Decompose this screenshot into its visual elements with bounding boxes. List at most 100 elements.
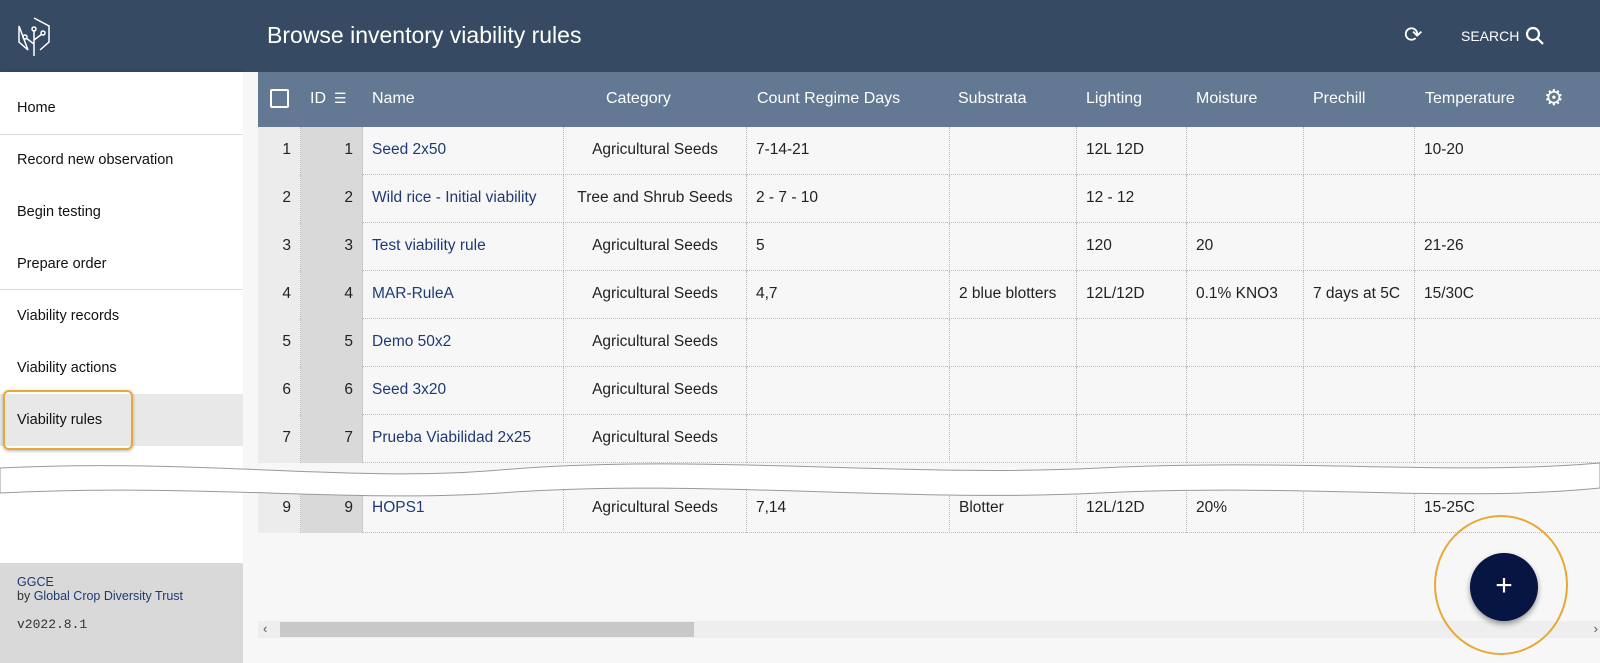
org-link[interactable]: Global Crop Diversity Trust bbox=[34, 589, 183, 603]
cell-moisture bbox=[1187, 319, 1304, 367]
cell-prechill bbox=[1304, 367, 1415, 415]
cell-id: 1 bbox=[301, 127, 363, 175]
cell-row-number: 2 bbox=[258, 175, 301, 223]
horizontal-scrollbar[interactable]: ‹ › bbox=[258, 621, 1600, 638]
sidebar-item-prepare-order[interactable]: Prepare order bbox=[0, 238, 243, 290]
column-header-temperature[interactable]: Temperature bbox=[1425, 90, 1515, 108]
cell-lighting: 12L 12D bbox=[1077, 127, 1187, 175]
sidebar-item-viability-actions[interactable]: Viability actions bbox=[0, 342, 243, 394]
cell-lighting bbox=[1077, 367, 1187, 415]
sidebar-footer: GGCE by Global Crop Diversity Trust v202… bbox=[0, 563, 243, 663]
cell-row-number: 6 bbox=[258, 367, 301, 415]
cell-temperature: 10-20 bbox=[1424, 141, 1464, 158]
column-header-substrata[interactable]: Substrata bbox=[958, 90, 1026, 108]
cell-substrata bbox=[950, 367, 1077, 415]
table-row[interactable]: 3 3 Test viability rule Agricultural Seeds 5… bbox=[258, 223, 1600, 271]
cell-name[interactable]: Demo 50x2 bbox=[363, 319, 564, 367]
cell-lighting bbox=[1077, 319, 1187, 367]
tree-logo-icon[interactable] bbox=[16, 16, 52, 61]
table-row[interactable]: 4 4 MAR-RuleA Agricultural Seeds 4,7 2 blue b… bbox=[258, 271, 1600, 319]
cell-name[interactable]: Test viability rule bbox=[363, 223, 564, 271]
cell-temperature bbox=[1415, 175, 1600, 223]
cell-name[interactable]: Wild rice - Initial viability bbox=[363, 175, 564, 223]
cell-substrata bbox=[950, 223, 1077, 271]
cell-id: 6 bbox=[301, 367, 363, 415]
cell-category: Agricultural Seeds bbox=[564, 319, 747, 367]
gear-icon[interactable]: ⚙ bbox=[1544, 85, 1564, 111]
cell-temperature bbox=[1415, 367, 1600, 415]
cell-substrata bbox=[950, 127, 1077, 175]
cell-lighting: 12 - 12 bbox=[1077, 175, 1187, 223]
column-header-category[interactable]: Category bbox=[606, 90, 671, 108]
sidebar: Home Record new observation Begin testin… bbox=[0, 72, 243, 663]
column-header-name[interactable]: Name bbox=[372, 90, 415, 108]
cell-row-number: 4 bbox=[258, 271, 301, 319]
cell-prechill bbox=[1304, 127, 1415, 175]
cell-id: 4 bbox=[301, 271, 363, 319]
cell-category: Agricultural Seeds bbox=[564, 271, 747, 319]
cell-id: 3 bbox=[301, 223, 363, 271]
cell-lighting: 12L/12D bbox=[1077, 271, 1187, 319]
highlight-box bbox=[3, 390, 133, 450]
column-header-moisture[interactable]: Moisture bbox=[1196, 90, 1257, 108]
cell-category: Agricultural Seeds bbox=[564, 223, 747, 271]
by-text: by bbox=[17, 589, 34, 603]
column-header-id[interactable]: ID bbox=[310, 90, 326, 108]
cell-prechill bbox=[1304, 319, 1415, 367]
torn-edge bbox=[0, 462, 1600, 497]
cell-count-regime-days: 4,7 bbox=[747, 271, 950, 319]
table-header: ID ☰ Name Category Count Regime Days Sub… bbox=[258, 72, 1600, 127]
cell-count-regime-days bbox=[747, 319, 950, 367]
cell-substrata bbox=[950, 175, 1077, 223]
add-rule-button[interactable]: + bbox=[1470, 553, 1538, 621]
cell-moisture bbox=[1187, 127, 1304, 175]
scroll-right-icon[interactable]: › bbox=[1594, 621, 1598, 636]
cell-substrata: 2 blue blotters bbox=[950, 271, 1077, 319]
cell-substrata bbox=[950, 319, 1077, 367]
app-header: Browse inventory viability rules ⟳ SEARC… bbox=[0, 0, 1600, 72]
cell-count-regime-days: 7-14-21 bbox=[747, 127, 950, 175]
cell-row-number: 5 bbox=[258, 319, 301, 367]
cell-id: 2 bbox=[301, 175, 363, 223]
sidebar-item-begin-testing[interactable]: Begin testing bbox=[0, 186, 243, 238]
cell-count-regime-days: 2 - 7 - 10 bbox=[747, 175, 950, 223]
column-header-prechill[interactable]: Prechill bbox=[1313, 90, 1365, 108]
select-all-checkbox[interactable] bbox=[270, 89, 289, 108]
cell-moisture: 0.1% KNO3 bbox=[1187, 271, 1304, 319]
table-row[interactable]: 5 5 Demo 50x2 Agricultural Seeds bbox=[258, 319, 1600, 367]
search-icon bbox=[1526, 26, 1545, 45]
table-row[interactable]: 1 1 Seed 2x50 Agricultural Seeds 7-14-21 12L … bbox=[258, 127, 1600, 175]
sort-icon[interactable]: ☰ bbox=[334, 90, 347, 107]
cell-temperature: 21-26 bbox=[1424, 237, 1464, 254]
cell-category: Agricultural Seeds bbox=[564, 127, 747, 175]
column-header-lighting[interactable]: Lighting bbox=[1086, 90, 1142, 108]
cell-category: Agricultural Seeds bbox=[564, 367, 747, 415]
cell-id: 5 bbox=[301, 319, 363, 367]
sidebar-item-home[interactable]: Home bbox=[0, 82, 243, 134]
cell-row-number: 3 bbox=[258, 223, 301, 271]
app-name: GGCE bbox=[17, 575, 54, 589]
version: v2022.8.1 bbox=[17, 617, 88, 632]
table-row[interactable]: 6 6 Seed 3x20 Agricultural Seeds bbox=[258, 367, 1600, 415]
scrollbar-thumb[interactable] bbox=[280, 622, 694, 637]
sidebar-item-viability-records[interactable]: Viability records bbox=[0, 290, 243, 342]
cell-temperature: 15/30C bbox=[1424, 285, 1474, 302]
cell-temperature bbox=[1415, 319, 1600, 367]
column-header-count-regime-days[interactable]: Count Regime Days bbox=[757, 90, 900, 108]
cell-moisture bbox=[1187, 367, 1304, 415]
page-title: Browse inventory viability rules bbox=[267, 22, 582, 48]
cell-prechill: 7 days at 5C bbox=[1304, 271, 1415, 319]
sidebar-item-record-observation[interactable]: Record new observation bbox=[0, 134, 243, 186]
cell-prechill bbox=[1304, 223, 1415, 271]
cell-name[interactable]: Seed 2x50 bbox=[363, 127, 564, 175]
cell-category: Tree and Shrub Seeds bbox=[564, 175, 747, 223]
scroll-left-icon[interactable]: ‹ bbox=[263, 621, 267, 636]
cell-moisture: 20 bbox=[1187, 223, 1304, 271]
search-button[interactable]: SEARCH bbox=[1461, 26, 1545, 46]
table-row[interactable]: 2 2 Wild rice - Initial viability Tree and … bbox=[258, 175, 1600, 223]
cell-moisture bbox=[1187, 175, 1304, 223]
refresh-icon[interactable]: ⟳ bbox=[1404, 22, 1422, 48]
main-content: ID ☰ Name Category Count Regime Days Sub… bbox=[243, 72, 1600, 663]
cell-name[interactable]: Seed 3x20 bbox=[363, 367, 564, 415]
cell-name[interactable]: MAR-RuleA bbox=[363, 271, 564, 319]
